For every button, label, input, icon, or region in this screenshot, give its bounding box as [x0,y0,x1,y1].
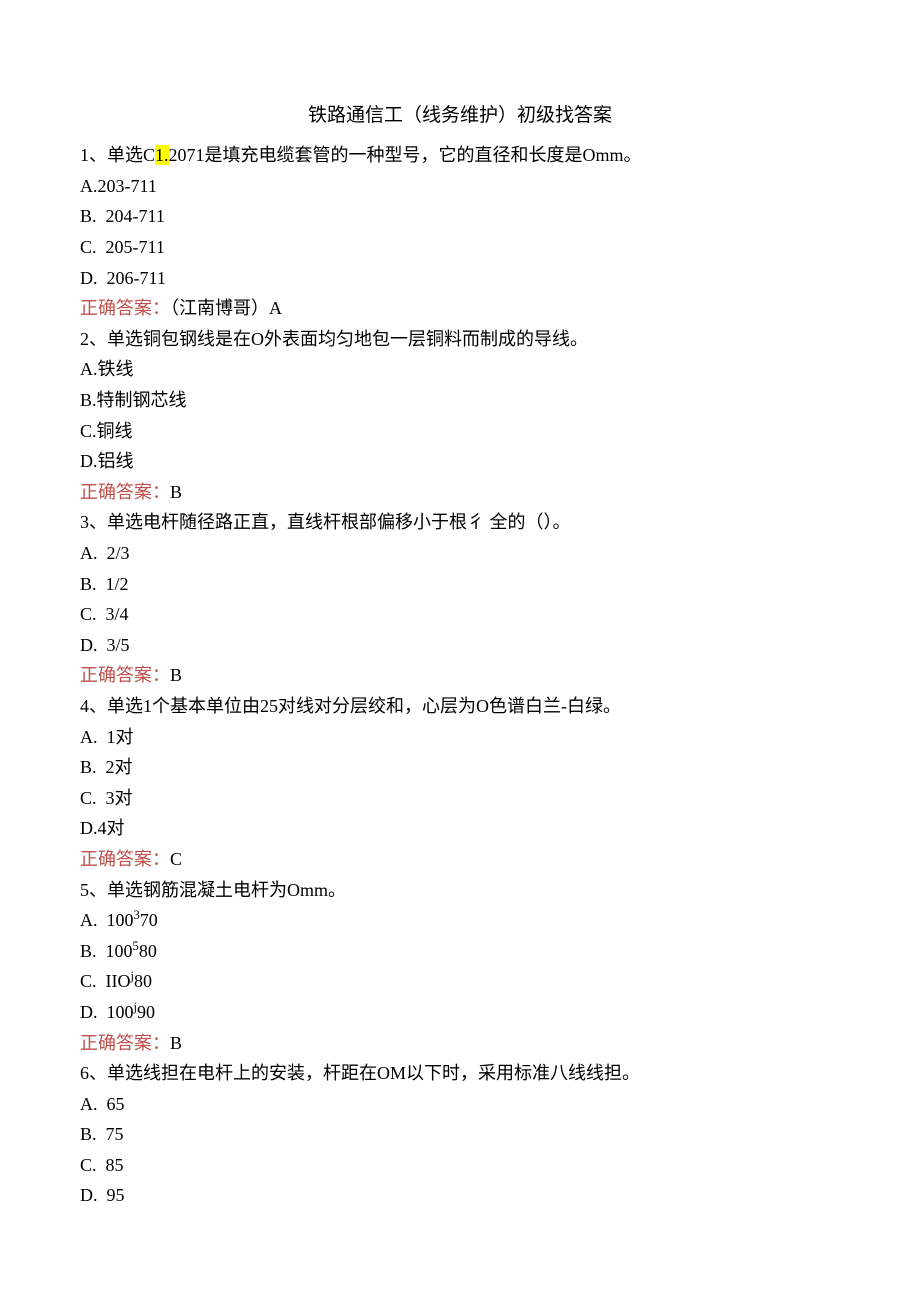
answer-line: 正确答案：C [80,844,840,875]
question-4: 4、单选1个基本单位由25对线对分层绞和，心层为O色谱白兰-白绿。 A. 1对 … [80,691,840,875]
option-b: B. 75 [80,1119,840,1150]
option-c: C. 3/4 [80,599,840,630]
answer-value: B [170,665,182,685]
question-2: 2、单选铜包钢线是在O外表面均匀地包一层铜料而制成的导线。 A.铁线 B.特制钢… [80,324,840,508]
option-a: A. 2/3 [80,538,840,569]
question-type: 单选 [107,145,143,165]
stem-text: 钢筋混凝土电杆为Omm。 [143,880,346,900]
option-d: D. 100j90 [80,997,840,1028]
question-type: 单选 [107,512,143,532]
stem-text: 电杆随径路正直，直线杆根部偏移小于根彳 全的（）。 [143,512,571,532]
answer-value: （江南博哥）A [170,298,282,318]
option-b: B.特制钢芯线 [80,385,840,416]
option-d: D. 95 [80,1180,840,1211]
question-1: 1、单选C1.2071是填充电缆套管的一种型号，它的直径和长度是Omm。 A.2… [80,140,840,324]
option-c: C. 205-711 [80,232,840,263]
option-a: A. 100370 [80,905,840,936]
answer-label: 正确答案： [80,298,170,318]
option-d: D.铝线 [80,446,840,477]
option-c: C. IIOj80 [80,966,840,997]
question-type: 单选 [107,1063,143,1083]
highlight-text: 1. [155,145,169,165]
answer-label: 正确答案： [80,1033,170,1053]
answer-value: B [170,482,182,502]
answer-line: 正确答案：（江南博哥）A [80,293,840,324]
option-d: D. 206-711 [80,263,840,294]
question-stem: 6、单选线担在电杆上的安装，杆距在OM以下时，采用标准八线线担。 [80,1058,840,1089]
stem-text: 线担在电杆上的安装，杆距在OM以下时，采用标准八线线担。 [143,1063,640,1083]
question-number: 3、 [80,512,107,532]
question-number: 6、 [80,1063,107,1083]
option-b: B. 204-711 [80,201,840,232]
question-type: 单选 [107,696,143,716]
question-type: 单选 [107,880,143,900]
option-d: D.4对 [80,813,840,844]
question-number: 5、 [80,880,107,900]
answer-label: 正确答案： [80,849,170,869]
page-title: 铁路通信工（线务维护）初级找答案 [80,100,840,132]
option-b: B. 1/2 [80,569,840,600]
question-stem: 5、单选钢筋混凝土电杆为Omm。 [80,875,840,906]
option-c: C. 3对 [80,783,840,814]
option-a: A.铁线 [80,354,840,385]
answer-line: 正确答案：B [80,1028,840,1059]
question-stem: 3、单选电杆随径路正直，直线杆根部偏移小于根彳 全的（）。 [80,507,840,538]
option-d: D. 3/5 [80,630,840,661]
answer-line: 正确答案：B [80,477,840,508]
question-stem: 1、单选C1.2071是填充电缆套管的一种型号，它的直径和长度是Omm。 [80,140,840,171]
answer-label: 正确答案： [80,482,170,502]
option-c: C. 85 [80,1150,840,1181]
answer-value: C [170,849,182,869]
question-5: 5、单选钢筋混凝土电杆为Omm。 A. 100370 B. 100580 C. … [80,875,840,1059]
stem-suffix: 2071是填充电缆套管的一种型号，它的直径和长度是Omm。 [169,145,642,165]
question-number: 4、 [80,696,107,716]
option-a: A. 1对 [80,722,840,753]
answer-label: 正确答案： [80,665,170,685]
question-number: 1、 [80,145,107,165]
option-a: A. 65 [80,1089,840,1120]
option-b: B. 100580 [80,936,840,967]
answer-line: 正确答案：B [80,660,840,691]
question-3: 3、单选电杆随径路正直，直线杆根部偏移小于根彳 全的（）。 A. 2/3 B. … [80,507,840,691]
stem-text: 1个基本单位由25对线对分层绞和，心层为O色谱白兰-白绿。 [143,696,621,716]
option-a: A.203-711 [80,171,840,202]
option-c: C.铜线 [80,416,840,447]
question-number: 2、 [80,329,107,349]
question-6: 6、单选线担在电杆上的安装，杆距在OM以下时，采用标准八线线担。 A. 65 B… [80,1058,840,1211]
question-stem: 2、单选铜包钢线是在O外表面均匀地包一层铜料而制成的导线。 [80,324,840,355]
question-type: 单选 [107,329,143,349]
question-stem: 4、单选1个基本单位由25对线对分层绞和，心层为O色谱白兰-白绿。 [80,691,840,722]
stem-text: 铜包钢线是在O外表面均匀地包一层铜料而制成的导线。 [143,329,588,349]
option-b: B. 2对 [80,752,840,783]
answer-value: B [170,1033,182,1053]
stem-prefix: C [143,145,155,165]
